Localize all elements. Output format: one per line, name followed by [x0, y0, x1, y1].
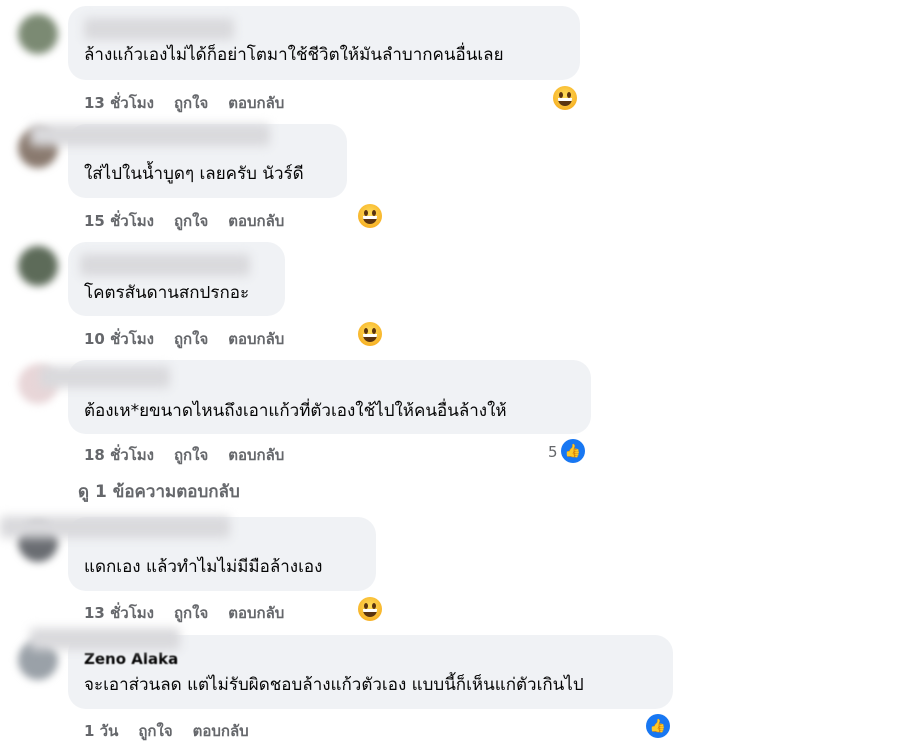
- comment-actions: 15 ชั่วโมง ถูกใจ ตอบกลับ: [84, 209, 304, 233]
- blurred-commenter-name: [30, 124, 270, 146]
- reply-button[interactable]: ตอบกลับ: [228, 212, 284, 230]
- haha-emoji-icon[interactable]: [358, 204, 382, 228]
- comment-actions: 1 วัน ถูกใจ ตอบกลับ: [84, 719, 269, 743]
- avatar[interactable]: [18, 14, 58, 54]
- comment-actions: 18 ชั่วโมง ถูกใจ ตอบกลับ: [84, 443, 304, 467]
- like-icon[interactable]: 👍: [561, 439, 585, 463]
- blurred-commenter-name: [80, 254, 250, 276]
- reply-button[interactable]: ตอบกลับ: [228, 446, 284, 464]
- comment-text: โคตรสันดานสกปรกอะ: [84, 283, 250, 303]
- like-button[interactable]: ถูกใจ: [174, 94, 208, 112]
- like-button[interactable]: ถูกใจ: [174, 604, 208, 622]
- view-replies-link[interactable]: ดู 1 ข้อความตอบกลับ: [78, 478, 240, 505]
- avatar[interactable]: [18, 246, 58, 286]
- comment-time[interactable]: 1 วัน: [84, 722, 118, 740]
- like-button[interactable]: ถูกใจ: [174, 212, 208, 230]
- like-button[interactable]: ถูกใจ: [174, 330, 208, 348]
- reaction-count[interactable]: 5: [548, 443, 558, 461]
- comment-actions: 13 ชั่วโมง ถูกใจ ตอบกลับ: [84, 91, 304, 115]
- like-button[interactable]: ถูกใจ: [174, 446, 208, 464]
- comment-time[interactable]: 15 ชั่วโมง: [84, 212, 154, 230]
- reply-button[interactable]: ตอบกลับ: [228, 330, 284, 348]
- comment-text: จะเอาส่วนลด แต่ไม่รับผิดชอบล้างแก้วตัวเอ…: [84, 675, 584, 695]
- blurred-commenter-name: [84, 18, 234, 40]
- haha-emoji-icon[interactable]: [358, 597, 382, 621]
- comment-actions: 10 ชั่วโมง ถูกใจ ตอบกลับ: [84, 327, 304, 351]
- haha-emoji-icon[interactable]: [553, 86, 577, 110]
- blurred-commenter-name: [40, 366, 170, 388]
- like-icon[interactable]: 👍: [646, 714, 670, 738]
- comment-text: ใส่ไปในน้ำบูดๆ เลยครับ นัวร์ดี: [84, 164, 304, 184]
- reply-button[interactable]: ตอบกลับ: [193, 722, 249, 740]
- comment-time[interactable]: 13 ชั่วโมง: [84, 604, 154, 622]
- blurred-commenter-name: [30, 628, 180, 650]
- comment-text: แดกเอง แล้วทำไมไม่มีมือล้างเอง: [84, 557, 323, 577]
- blurred-commenter-name: [0, 516, 230, 538]
- comment-time[interactable]: 13 ชั่วโมง: [84, 94, 154, 112]
- reply-button[interactable]: ตอบกลับ: [228, 94, 284, 112]
- commenter-name[interactable]: Zeno Alaka: [84, 650, 178, 668]
- reply-button[interactable]: ตอบกลับ: [228, 604, 284, 622]
- comment-text: ล้างแก้วเองไม่ได้ก็อย่าโตมาใช้ชีวิตให้มั…: [84, 45, 504, 65]
- comment-time[interactable]: 18 ชั่วโมง: [84, 446, 154, 464]
- comment-time[interactable]: 10 ชั่วโมง: [84, 330, 154, 348]
- comment-actions: 13 ชั่วโมง ถูกใจ ตอบกลับ: [84, 601, 304, 625]
- haha-emoji-icon[interactable]: [358, 322, 382, 346]
- like-button[interactable]: ถูกใจ: [138, 722, 172, 740]
- comment-text: ต้องเห*ยขนาดไหนถึงเอาแก้วที่ตัวเองใช้ไปใ…: [84, 401, 507, 421]
